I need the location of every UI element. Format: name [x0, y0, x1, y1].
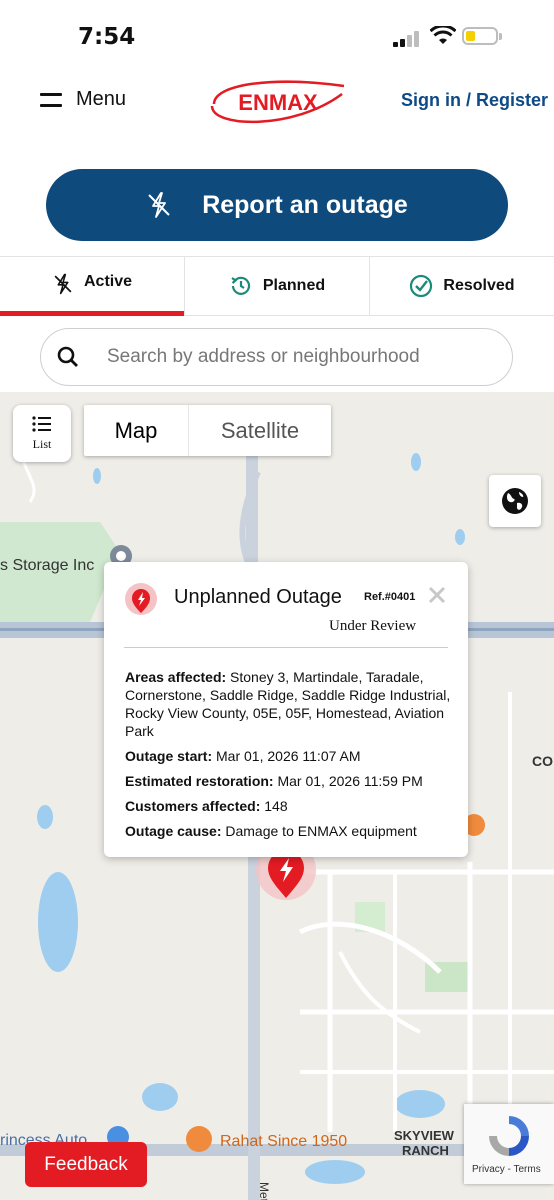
map-type-map-button[interactable]: Map: [84, 405, 189, 456]
check-circle-icon: [410, 274, 433, 298]
estimated-restoration: Estimated restoration: Mar 01, 2026 11:5…: [125, 773, 423, 789]
map-type-toggle: Map Satellite: [84, 405, 331, 456]
map-type-satellite-button[interactable]: Satellite: [189, 405, 331, 456]
tab-active-label: Active: [83, 273, 133, 290]
report-outage-button[interactable]: Report an outage: [46, 169, 508, 241]
clock-history-icon: [231, 276, 250, 295]
feedback-button[interactable]: Feedback: [25, 1142, 147, 1187]
list-view-button[interactable]: List: [13, 405, 71, 462]
list-icon: [32, 416, 51, 432]
outage-start: Outage start: Mar 01, 2026 11:07 AM: [125, 748, 361, 764]
list-label: List: [32, 437, 52, 451]
popup-title: Unplanned Outage: [174, 586, 342, 608]
menu-button[interactable]: Menu: [40, 88, 126, 111]
search-bar: [40, 328, 513, 386]
wifi-icon: [430, 26, 456, 44]
search-input[interactable]: [105, 345, 479, 369]
popup-status: Under Review: [329, 618, 417, 634]
close-icon[interactable]: [428, 586, 446, 604]
globe-button[interactable]: [489, 475, 541, 527]
recaptcha-links[interactable]: Privacy - Terms: [472, 1164, 541, 1175]
cellular-signal-icon: [393, 31, 419, 47]
customers-affected: Customers affected: 148: [125, 798, 288, 814]
map-label-ranch: RANCH: [402, 1143, 449, 1158]
lightning-slash-icon: [54, 273, 72, 295]
areas-affected: Areas affected: Stoney 3, Martindale, Ta…: [125, 669, 451, 739]
menu-label: Menu: [76, 88, 127, 110]
sign-in-register-link[interactable]: Sign in / Register: [401, 90, 548, 111]
logo-text: ENMAX: [238, 90, 318, 115]
status-time: 7:54: [78, 24, 136, 50]
outage-status-tabs: Active Planned Resolved: [0, 256, 554, 316]
map-label-metis: Metis: [257, 1182, 271, 1200]
map-label-co: CO: [532, 753, 553, 769]
search-icon: [57, 346, 78, 367]
map-label-storage: s Storage Inc: [0, 557, 94, 574]
divider: [124, 647, 448, 648]
hamburger-icon: [40, 92, 62, 107]
battery-icon: [462, 27, 502, 45]
recaptcha-badge[interactable]: Privacy - Terms: [464, 1104, 554, 1184]
report-outage-label: Report an outage: [202, 190, 408, 219]
popup-reference: Ref.#0401: [364, 591, 416, 603]
recaptcha-icon: [489, 1116, 529, 1156]
globe-icon: [502, 488, 528, 514]
tab-resolved-label: Resolved: [443, 277, 515, 294]
popup-details: Areas affected: Stoney 3, Martindale, Ta…: [125, 668, 455, 847]
lightning-slash-icon: [148, 192, 170, 218]
map-label-skyview: SKYVIEW: [394, 1128, 455, 1143]
map-label-rahat: Rahat Since 1950: [220, 1133, 347, 1150]
top-navigation: Menu ENMAX Sign in / Register: [0, 70, 554, 132]
status-bar: 7:54: [0, 0, 554, 70]
enmax-logo[interactable]: ENMAX: [204, 74, 350, 130]
tab-resolved[interactable]: Resolved: [370, 257, 554, 315]
outage-marker-icon: [125, 583, 157, 615]
outage-info-popup: Unplanned Outage Ref.#0401 Under Review …: [104, 562, 468, 857]
tab-active[interactable]: Active: [0, 257, 185, 316]
tab-planned[interactable]: Planned: [185, 257, 370, 315]
tab-planned-label: Planned: [262, 277, 326, 294]
outage-cause: Outage cause: Damage to ENMAX equipment: [125, 823, 417, 839]
